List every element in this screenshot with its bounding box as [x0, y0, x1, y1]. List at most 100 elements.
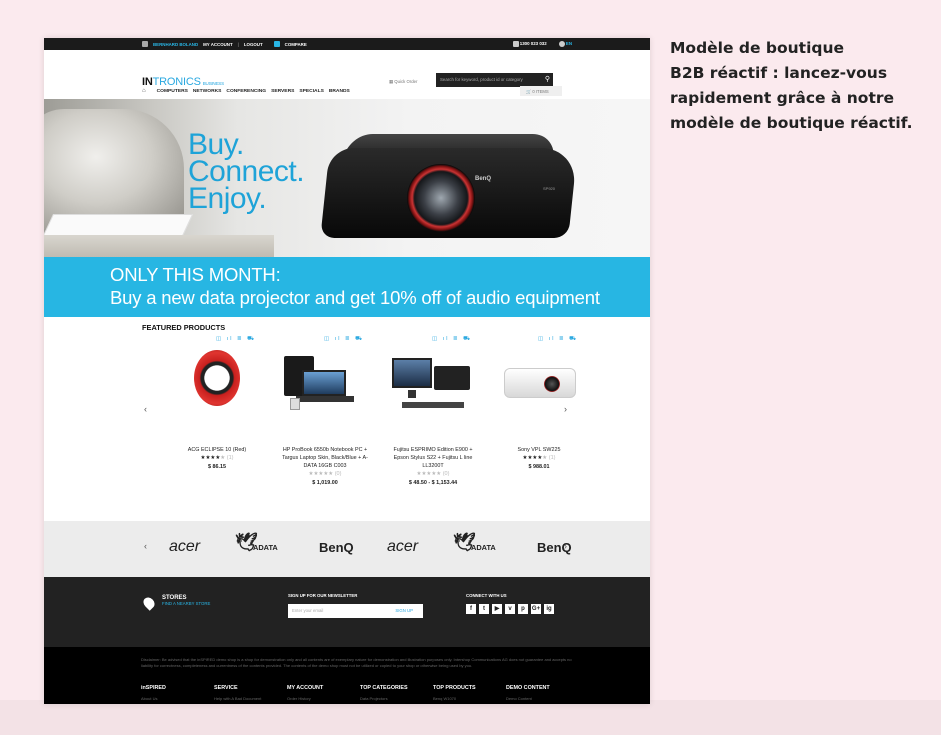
product-price: $ 86.15 [208, 464, 226, 470]
home-icon[interactable]: ⌂ [142, 88, 146, 94]
caption-text: Modèle de boutique B2B réactif : lancez-… [670, 39, 913, 132]
product-price: $ 48.50 - $ 1,153.44 [408, 480, 458, 486]
google-plus-icon[interactable]: G+ [531, 604, 541, 614]
quick-order-link[interactable]: ▦ Quick Order [389, 79, 417, 85]
vimeo-icon[interactable]: v [505, 604, 515, 614]
product-rating: ★★★★★ (0) [416, 471, 450, 477]
brand-logo-adata[interactable]: 🕊 ADATA [235, 532, 299, 552]
hero-desk-image [44, 235, 274, 257]
nav-brands[interactable]: BRANDS [329, 89, 350, 94]
newsletter-signup: SIGN UP FOR OUR NEWSLETTER Enter your em… [288, 593, 423, 618]
globe-icon [558, 41, 565, 47]
social-links: CONNECT WITH US f t ▶ v p G+ ig [466, 593, 554, 614]
footer-link[interactable]: Order History [287, 696, 360, 701]
nav-computers[interactable]: COMPUTERS [157, 89, 188, 94]
user-name-link[interactable]: BERNHARD BOLAND [153, 42, 198, 47]
instagram-icon[interactable]: ig [544, 604, 554, 614]
compare-link[interactable]: COMPARE [285, 42, 307, 47]
brand-logo-benq[interactable]: BenQ [537, 540, 585, 555]
logout-link[interactable]: LOGOUT [244, 42, 263, 47]
language-selector[interactable]: EN [566, 41, 572, 46]
product-rating: ★★★★★ (0) [308, 471, 342, 477]
footer-link[interactable]: Demo Content [506, 696, 579, 701]
product-name[interactable]: ACG ECLIPSE 10 (Red) [164, 446, 270, 454]
hero-tagline: Buy. Connect. Enjoy. [188, 128, 305, 215]
hero-projector-image: BenQ SP920 [320, 126, 578, 244]
cart-icon: 🛒 [526, 89, 532, 94]
product-tile[interactable]: ◫ ıl ≣ ⛟ ACG ECLIPSE 10 (Red) ★★★★★ (1) … [164, 336, 270, 472]
footer-col-title: DEMO CONTENT [506, 685, 550, 691]
footer-link[interactable]: About Us [141, 696, 214, 701]
promo-headline: ONLY THIS MONTH: [110, 264, 281, 285]
brand-logo-adata[interactable]: 🕊 ADATA [453, 532, 517, 552]
product-tile[interactable]: ◫ ıl ≣ ⛟ HP ProBook 6550b Notebook PC + … [272, 336, 378, 488]
footer-bottom: Disclaimer: Be advised that the inSPIRED… [44, 647, 650, 704]
brand-logo-acer[interactable]: acer [387, 538, 433, 556]
phone-number: 1300 023 032 [519, 41, 547, 47]
nav-conferencing[interactable]: CONFERENCING [226, 89, 266, 94]
product-tile[interactable]: ◫ ıl ≣ ⛟ Fujitsu ESPRIMO Edition E900 + … [380, 336, 486, 488]
footer-col-title: SERVICE [214, 685, 238, 691]
pinterest-icon[interactable]: p [518, 604, 528, 614]
footer-link[interactable]: Help with A Bad Document [214, 696, 287, 701]
product-name[interactable]: Sony VPL SW225 [486, 446, 592, 454]
footer-top: STORES FIND A NEARBY STORE SIGN UP FOR O… [44, 577, 650, 647]
footer-columns: inSPIRED About Us SERVICE Help with A Bad … [141, 685, 579, 701]
shop-preview-screenshot: BERNHARD BOLAND MY ACCOUNT | LOGOUT COMP… [44, 38, 650, 704]
hero-chair-image [44, 109, 184, 229]
compare-icon [273, 41, 280, 47]
youtube-icon[interactable]: ▶ [492, 604, 502, 614]
brand-logo-benq[interactable]: BenQ [319, 540, 367, 555]
featured-products-title: FEATURED PRODUCTS [142, 323, 226, 332]
featured-products-carousel: ‹ › ◫ ıl ≣ ⛟ ACG ECLIPSE 10 (Red) ★★★★★ … [44, 336, 650, 496]
brand-logo-acer[interactable]: acer [169, 538, 215, 556]
footer-link[interactable]: Data Projectors [360, 696, 433, 701]
disclaimer-text: Disclaimer: Be advised that the inSPIRED… [141, 657, 572, 668]
newsletter-signup-button[interactable]: SIGN UP [395, 608, 413, 613]
product-name[interactable]: Fujitsu ESPRIMO Edition E900 + Epson Sty… [380, 446, 486, 470]
hero-notebook-image [44, 214, 194, 236]
top-utility-bar: BERNHARD BOLAND MY ACCOUNT | LOGOUT COMP… [44, 38, 650, 50]
product-image-laptop-bundle[interactable] [272, 346, 378, 426]
user-icon [142, 41, 148, 47]
chevron-left-icon[interactable]: ‹ [144, 404, 147, 414]
product-image-speaker[interactable] [164, 346, 270, 426]
nav-networks[interactable]: NETWORKS [193, 89, 222, 94]
footer-col-title: MY ACCOUNT [287, 685, 324, 691]
hero-banner[interactable]: Buy. Connect. Enjoy. BenQ SP920 [44, 99, 650, 257]
footer-col-title: inSPIRED [141, 685, 166, 691]
promo-banner[interactable]: ONLY THIS MONTH: Buy a new data projecto… [44, 257, 650, 317]
facebook-icon[interactable]: f [466, 604, 476, 614]
search-icon[interactable]: ⚲ [545, 76, 550, 83]
phone-icon [512, 41, 519, 47]
footer-col-title: TOP CATEGORIES [360, 685, 408, 691]
nav-specials[interactable]: SPECIALS [299, 89, 323, 94]
twitter-icon[interactable]: t [479, 604, 489, 614]
chevron-left-icon[interactable]: ‹ [144, 541, 147, 551]
product-price: $ 988.01 [528, 464, 550, 470]
footer-col-title: TOP PRODUCTS [433, 685, 476, 691]
newsletter-email-input[interactable]: Enter your email SIGN UP [288, 604, 423, 618]
page-bottom-band [0, 700, 941, 735]
nav-servers[interactable]: SERVERS [271, 89, 294, 94]
footer-link[interactable]: Benq W1070 [433, 696, 506, 701]
product-action-icons[interactable]: ◫ ıl ≣ ⛟ [272, 336, 378, 346]
product-name[interactable]: HP ProBook 6550b Notebook PC + Targus La… [272, 446, 378, 470]
store-finder[interactable]: STORES FIND A NEARBY STORE [141, 595, 210, 611]
product-action-icons[interactable]: ◫ ıl ≣ ⛟ [164, 336, 270, 346]
search-input[interactable]: Search for keyword, product id or catego… [436, 73, 553, 87]
brand-carousel: ‹ › acer 🕊 ADATA BenQ acer 🕊 ADATA BenQ [44, 521, 650, 577]
product-tile[interactable]: ◫ ıl ≣ ⛟ Sony VPL SW225 ★★★★★ (1) $ 988.… [486, 336, 592, 472]
product-action-icons[interactable]: ◫ ıl ≣ ⛟ [486, 336, 592, 346]
map-pin-icon [141, 595, 157, 611]
product-action-icons[interactable]: ◫ ıl ≣ ⛟ [380, 336, 486, 346]
site-header: INTRONICS BUSINESS ▦ Quick Order Search f… [44, 50, 650, 88]
promo-text: Buy a new data projector and get 10% off… [110, 287, 600, 308]
mini-cart-button[interactable]: 🛒 0 ITEMS [520, 86, 562, 96]
product-rating: ★★★★★ (1) [522, 455, 556, 461]
intronics-logo[interactable]: INTRONICS BUSINESS [142, 76, 224, 88]
product-image-desktop-bundle[interactable] [380, 346, 486, 426]
product-image-projector[interactable] [486, 346, 592, 426]
my-account-link[interactable]: MY ACCOUNT [203, 42, 233, 47]
product-rating: ★★★★★ (1) [200, 455, 234, 461]
